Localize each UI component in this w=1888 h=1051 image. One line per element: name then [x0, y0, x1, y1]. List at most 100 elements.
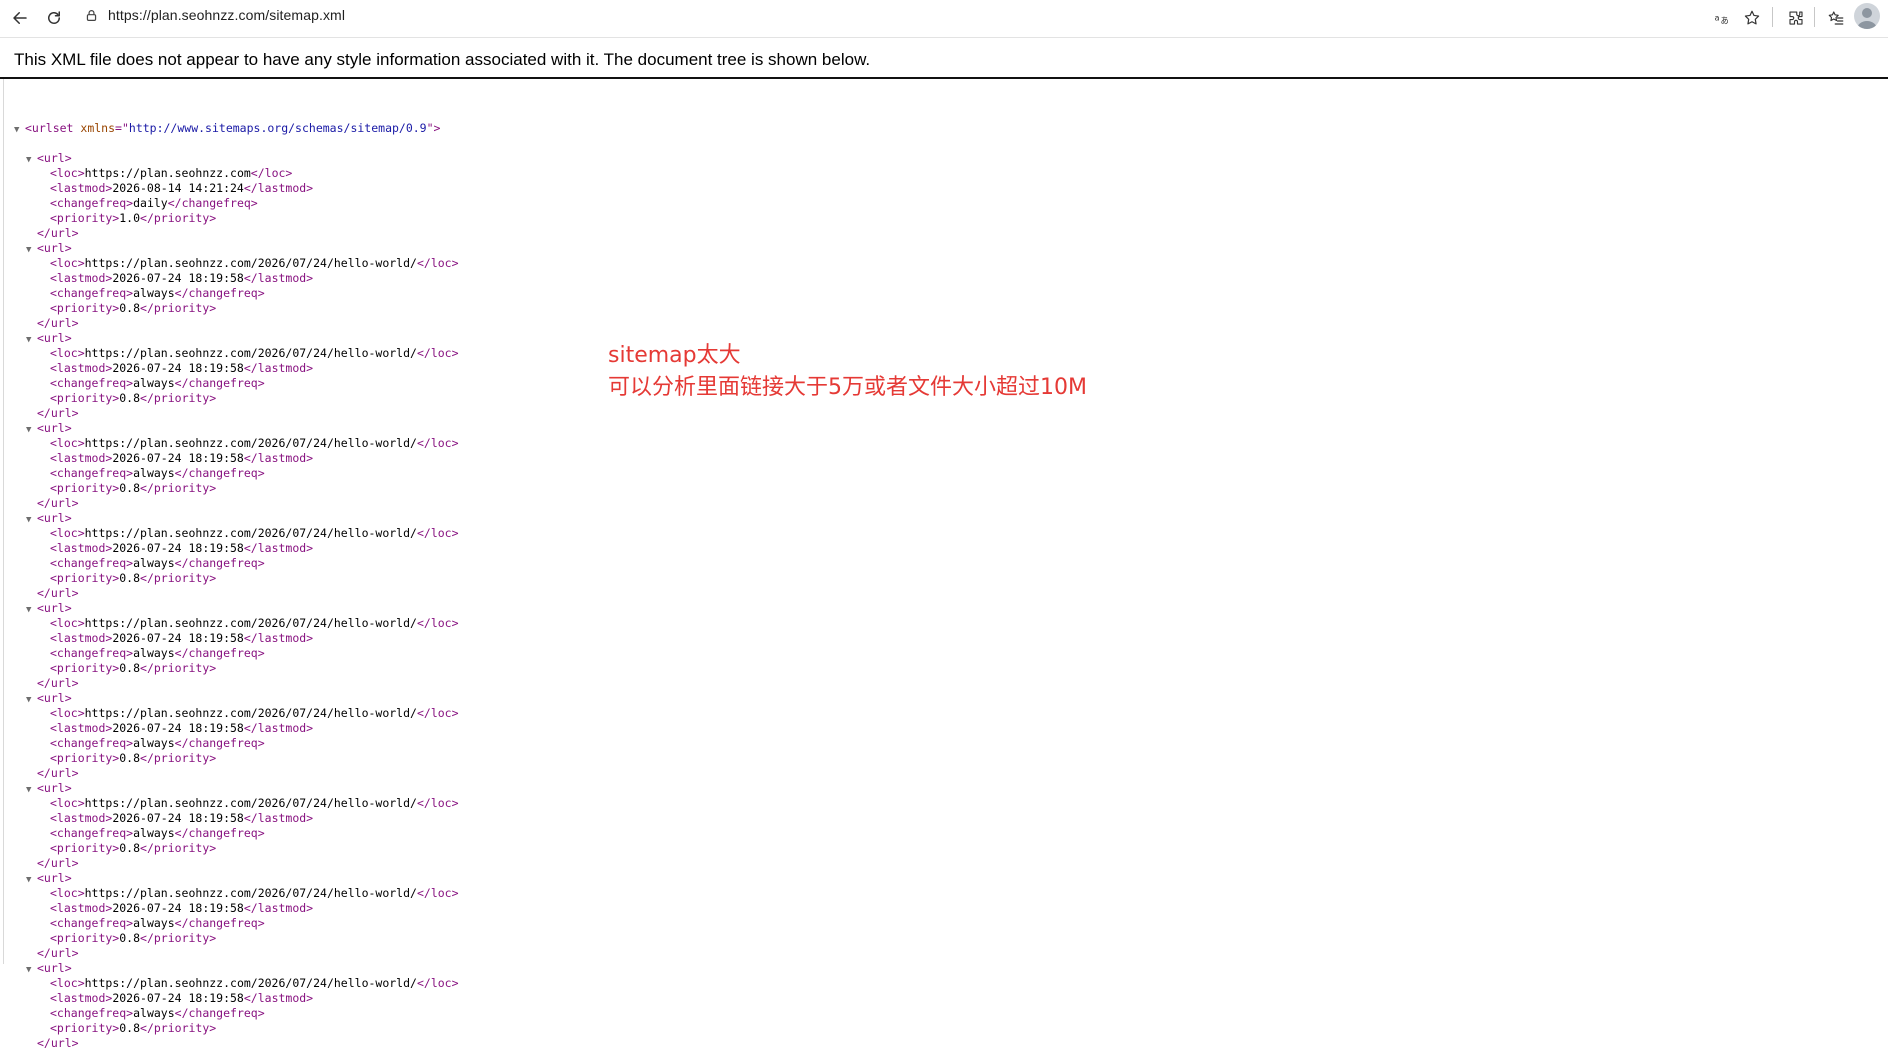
xml-loc-value: https://plan.seohnzz.com/2026/07/24/hell…	[84, 346, 417, 360]
profile-icon[interactable]	[1854, 3, 1880, 29]
xml-lastmod-value: 2026-08-14 14:21:24	[112, 181, 244, 195]
xml-loc-line: <loc>https://plan.seohnzz.com/2026/07/24…	[50, 706, 459, 720]
xml-priority-value: 0.8	[119, 1021, 141, 1035]
xml-loc-value: https://plan.seohnzz.com/2026/07/24/hell…	[84, 436, 417, 450]
xml-priority-value: 0.8	[119, 751, 141, 765]
xml-url-close: </url>	[37, 676, 79, 690]
annotation-line-2: 可以分析里面链接大于5万或者文件大小超过10M	[608, 375, 1087, 400]
collapse-triangle-icon[interactable]: ▼	[26, 873, 37, 888]
xml-priority-line: <priority>0.8</priority>	[50, 571, 217, 585]
xml-loc-line: <loc>https://plan.seohnzz.com/2026/07/24…	[50, 796, 459, 810]
svg-text:あ: あ	[1721, 15, 1729, 25]
xml-url-close: </url>	[37, 316, 79, 330]
xml-loc-value: https://plan.seohnzz.com/2026/07/24/hell…	[84, 976, 417, 990]
xml-loc-value: https://plan.seohnzz.com/2026/07/24/hell…	[84, 706, 417, 720]
xml-url-close: </url>	[37, 856, 79, 870]
collapse-triangle-icon[interactable]: ▼	[26, 783, 37, 798]
xml-priority-line: <priority>0.8</priority>	[50, 391, 217, 405]
xml-changefreq-line: <changefreq>daily</changefreq>	[50, 196, 258, 210]
xml-changefreq-value: always	[133, 1006, 175, 1020]
xml-changefreq-value: always	[133, 646, 175, 660]
xml-url-close: </url>	[37, 946, 79, 960]
lock-icon[interactable]	[82, 6, 100, 24]
toolbar-divider	[1772, 7, 1773, 27]
reload-icon[interactable]	[40, 4, 68, 32]
collapse-triangle-icon[interactable]: ▼	[26, 423, 37, 438]
xml-priority-value: 0.8	[119, 391, 141, 405]
xml-loc-line: <loc>https://plan.seohnzz.com/2026/07/24…	[50, 436, 459, 450]
collapse-triangle-icon[interactable]: ▼	[14, 123, 25, 138]
xml-priority-line: <priority>0.8</priority>	[50, 301, 217, 315]
xml-loc-value: https://plan.seohnzz.com/2026/07/24/hell…	[84, 526, 417, 540]
translate-icon[interactable]: aあ	[1708, 4, 1736, 32]
xml-loc-line: <loc>https://plan.seohnzz.com/2026/07/24…	[50, 886, 459, 900]
xml-lastmod-line: <lastmod>2026-07-24 18:19:58</lastmod>	[50, 271, 314, 285]
toolbar-divider	[1814, 7, 1815, 27]
xml-changefreq-line: <changefreq>always</changefreq>	[50, 916, 265, 930]
browser-toolbar: https://plan.seohnzz.com/sitemap.xml aあ	[0, 0, 1888, 38]
xml-priority-line: <priority>0.8</priority>	[50, 661, 217, 675]
xml-lastmod-value: 2026-07-24 18:19:58	[112, 991, 244, 1005]
address-bar[interactable]: https://plan.seohnzz.com/sitemap.xml	[78, 2, 1768, 28]
xml-changefreq-line: <changefreq>always</changefreq>	[50, 646, 265, 660]
xml-root-open: ▼ <urlset xmlns="http://www.sitemaps.org/…	[14, 121, 459, 136]
xml-url-open: ▼ <url>	[14, 241, 459, 256]
xml-changefreq-line: <changefreq>always</changefreq>	[50, 556, 265, 570]
xml-loc-line: <loc>https://plan.seohnzz.com/2026/07/24…	[50, 346, 459, 360]
xml-priority-value: 0.8	[119, 661, 141, 675]
collapse-triangle-icon[interactable]: ▼	[26, 153, 37, 168]
back-icon[interactable]	[6, 4, 34, 32]
xml-url-open: ▼ <url>	[14, 961, 459, 976]
xml-url-open: ▼ <url>	[14, 331, 459, 346]
xml-loc-line: <loc>https://plan.seohnzz.com</loc>	[50, 166, 293, 180]
collapse-triangle-icon[interactable]: ▼	[26, 243, 37, 258]
xml-priority-line: <priority>0.8</priority>	[50, 931, 217, 945]
collapse-triangle-icon[interactable]: ▼	[26, 513, 37, 528]
url-text[interactable]: https://plan.seohnzz.com/sitemap.xml	[108, 7, 345, 23]
xml-url-open: ▼ <url>	[14, 691, 459, 706]
xml-priority-line: <priority>1.0</priority>	[50, 211, 217, 225]
annotation-line-1: sitemap太大	[608, 343, 741, 368]
xml-lastmod-line: <lastmod>2026-07-24 18:19:58</lastmod>	[50, 721, 314, 735]
xml-lastmod-value: 2026-07-24 18:19:58	[112, 631, 244, 645]
xml-priority-line: <priority>0.8</priority>	[50, 1021, 217, 1035]
svg-text:a: a	[1715, 12, 1720, 22]
xml-changefreq-line: <changefreq>always</changefreq>	[50, 826, 265, 840]
favorites-icon[interactable]	[1822, 4, 1850, 32]
collapse-triangle-icon[interactable]: ▼	[26, 603, 37, 618]
annotation-note: sitemap太大 可以分析里面链接大于5万或者文件大小超过10M	[608, 340, 1087, 404]
xml-changefreq-line: <changefreq>always</changefreq>	[50, 376, 265, 390]
xml-lastmod-value: 2026-07-24 18:19:58	[112, 541, 244, 555]
xml-priority-value: 0.8	[119, 841, 141, 855]
xml-lastmod-line: <lastmod>2026-07-24 18:19:58</lastmod>	[50, 361, 314, 375]
xml-loc-value: https://plan.seohnzz.com/2026/07/24/hell…	[84, 616, 417, 630]
xml-loc-value: https://plan.seohnzz.com	[84, 166, 251, 180]
collapse-triangle-icon[interactable]: ▼	[26, 693, 37, 708]
star-icon[interactable]	[1738, 4, 1766, 32]
xml-priority-line: <priority>0.8</priority>	[50, 841, 217, 855]
xml-url-close: </url>	[37, 226, 79, 240]
extensions-icon[interactable]	[1782, 4, 1810, 32]
xml-lastmod-line: <lastmod>2026-07-24 18:19:58</lastmod>	[50, 901, 314, 915]
xml-loc-line: <loc>https://plan.seohnzz.com/2026/07/24…	[50, 256, 459, 270]
xml-priority-value: 0.8	[119, 931, 141, 945]
xml-priority-value: 0.8	[119, 481, 141, 495]
xml-loc-line: <loc>https://plan.seohnzz.com/2026/07/24…	[50, 616, 459, 630]
xml-priority-value: 0.8	[119, 571, 141, 585]
xml-document-tree: ▼ <urlset xmlns="http://www.sitemaps.org/…	[14, 91, 459, 1051]
collapse-triangle-icon[interactable]: ▼	[26, 963, 37, 978]
xml-url-close: </url>	[37, 586, 79, 600]
xml-priority-value: 0.8	[119, 301, 141, 315]
xml-url-open: ▼ <url>	[14, 781, 459, 796]
xml-changefreq-value: daily	[133, 196, 168, 210]
xml-lastmod-value: 2026-07-24 18:19:58	[112, 451, 244, 465]
collapse-triangle-icon[interactable]: ▼	[26, 333, 37, 348]
xml-lastmod-value: 2026-07-24 18:19:58	[112, 721, 244, 735]
xml-url-close: </url>	[37, 406, 79, 420]
xml-changefreq-value: always	[133, 466, 175, 480]
xml-priority-line: <priority>0.8</priority>	[50, 751, 217, 765]
xml-lastmod-line: <lastmod>2026-07-24 18:19:58</lastmod>	[50, 541, 314, 555]
xml-url-open: ▼ <url>	[14, 601, 459, 616]
xml-changefreq-value: always	[133, 556, 175, 570]
xml-lastmod-line: <lastmod>2026-07-24 18:19:58</lastmod>	[50, 991, 314, 1005]
